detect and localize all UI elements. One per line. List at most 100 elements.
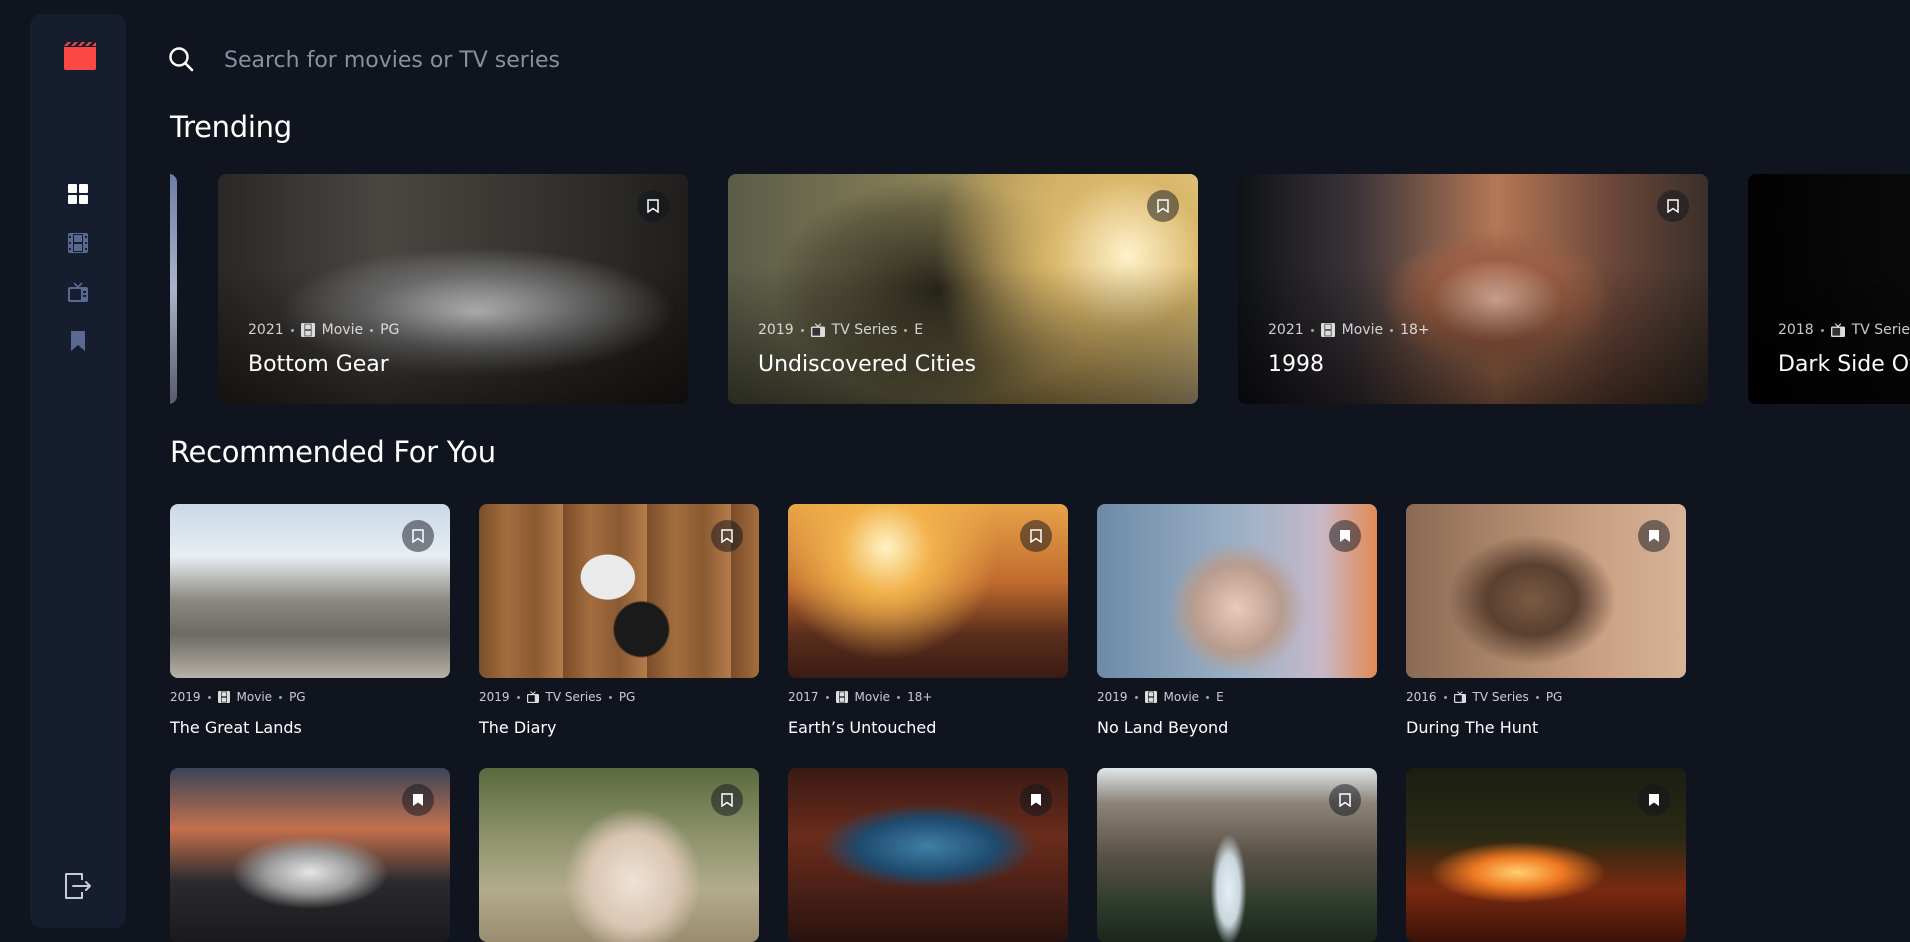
card-thumbnail[interactable] <box>1406 504 1686 678</box>
tv-icon <box>1453 691 1466 703</box>
bookmark-empty-icon <box>1157 199 1169 213</box>
bookmark-button[interactable] <box>402 520 434 552</box>
sidebar-nav <box>30 172 126 368</box>
bookmark-button[interactable] <box>1147 190 1179 222</box>
bookmark-button[interactable] <box>1020 784 1052 816</box>
bookmark-button[interactable] <box>711 520 743 552</box>
card-rating: PG <box>618 690 636 704</box>
trending-card-partial[interactable] <box>170 174 177 404</box>
bookmark-button[interactable] <box>402 784 434 816</box>
card-thumbnail[interactable] <box>170 768 450 942</box>
separator-dot <box>370 328 374 332</box>
card-meta: 2019 TV Series E <box>758 322 923 338</box>
card-rating: E <box>1216 690 1224 704</box>
card-thumbnail[interactable] <box>170 504 450 678</box>
card-category: TV Series <box>545 690 602 704</box>
film-icon <box>1320 323 1335 337</box>
separator-dot <box>1206 695 1210 699</box>
nav-item-tv-series[interactable] <box>30 270 126 319</box>
card-category: TV Series <box>1851 322 1910 338</box>
tv-icon <box>810 323 825 337</box>
tv-icon <box>526 691 539 703</box>
bookmark-button[interactable] <box>1657 190 1689 222</box>
logout-icon[interactable] <box>63 871 93 901</box>
card-thumbnail[interactable] <box>788 504 1068 678</box>
card-rating: E <box>914 322 924 338</box>
bookmark-empty-icon <box>721 529 733 543</box>
clapperboard-icon[interactable] <box>64 42 96 70</box>
card-year: 2018 <box>1778 322 1814 338</box>
bookmark-button[interactable] <box>1329 784 1361 816</box>
bookmark-empty-icon <box>1339 793 1351 807</box>
search-icon[interactable] <box>168 46 194 76</box>
card-meta: 2018 TV Series <box>1778 322 1910 338</box>
trending-card[interactable]: 2018 TV Series Dark Side Of <box>1748 174 1910 404</box>
trending-card[interactable]: 2021 Movie 18+ 1998 <box>1238 174 1708 404</box>
bookmark-button[interactable] <box>637 190 669 222</box>
media-card[interactable]: 2016 TV Series PG During The Hunt <box>1406 504 1686 737</box>
card-title: During The Hunt <box>1406 718 1539 737</box>
card-meta: 2019 TV Series PG <box>479 690 635 704</box>
card-meta: 2016 TV Series PG <box>1406 690 1562 704</box>
card-title: Earth’s Untouched <box>788 718 937 737</box>
card-meta: 2019 Movie PG <box>170 690 306 704</box>
bookmark-button[interactable] <box>1638 520 1670 552</box>
bookmark-icon <box>71 331 85 351</box>
bookmark-button[interactable] <box>1020 520 1052 552</box>
card-title: The Diary <box>479 718 557 737</box>
card-thumbnail[interactable] <box>479 504 759 678</box>
separator-dot <box>1820 328 1824 332</box>
card-title: Undiscovered Cities <box>758 352 976 377</box>
card-thumbnail[interactable] <box>479 768 759 942</box>
tv-icon <box>68 282 88 302</box>
card-year: 2019 <box>1097 690 1128 704</box>
trending-card[interactable]: 2021 Movie PG Bottom Gear <box>218 174 688 404</box>
card-rating: PG <box>380 322 400 338</box>
bookmark-empty-icon <box>412 529 424 543</box>
media-card[interactable] <box>788 768 1068 942</box>
card-year: 2019 <box>758 322 794 338</box>
trending-card[interactable]: 2019 TV Series E Undiscovered Cities <box>728 174 1198 404</box>
trending-heading: Trending <box>170 110 292 144</box>
nav-item-bookmarks[interactable] <box>30 319 126 368</box>
card-category: Movie <box>1341 322 1384 338</box>
media-card[interactable]: 2017 Movie 18+ Earth’s Untouched <box>788 504 1068 737</box>
bookmark-button[interactable] <box>711 784 743 816</box>
media-card[interactable] <box>479 768 759 942</box>
media-card[interactable] <box>170 768 450 942</box>
bookmark-filled-icon <box>1649 794 1659 806</box>
nav-item-home[interactable] <box>30 172 126 221</box>
nav-item-movies[interactable] <box>30 221 126 270</box>
bookmark-filled-icon <box>1031 794 1041 806</box>
card-category: TV Series <box>831 322 898 338</box>
film-icon <box>1144 691 1157 703</box>
card-rating: PG <box>1545 690 1563 704</box>
separator-dot <box>207 695 211 699</box>
search-input[interactable] <box>224 40 1024 80</box>
card-meta: 2021 Movie 18+ <box>1268 322 1430 338</box>
card-thumbnail[interactable] <box>1097 504 1377 678</box>
bookmark-button[interactable] <box>1638 784 1670 816</box>
card-title: 1998 <box>1268 352 1324 377</box>
card-category: TV Series <box>1472 690 1529 704</box>
card-year: 2016 <box>1406 690 1437 704</box>
card-thumbnail[interactable] <box>1097 768 1377 942</box>
card-title: Bottom Gear <box>248 352 389 377</box>
card-category: Movie <box>236 690 273 704</box>
media-card[interactable] <box>1406 768 1686 942</box>
card-year: 2021 <box>1268 322 1304 338</box>
separator-dot <box>290 328 294 332</box>
card-year: 2019 <box>170 690 201 704</box>
card-rating: 18+ <box>1400 322 1430 338</box>
trending-carousel[interactable]: 2021 Movie PG Bottom Gear 2019 TV Series… <box>170 174 1910 404</box>
bookmark-button[interactable] <box>1329 520 1361 552</box>
bookmark-empty-icon <box>647 199 659 213</box>
separator-dot <box>1535 695 1539 699</box>
card-thumbnail[interactable] <box>1406 768 1686 942</box>
card-rating: 18+ <box>907 690 933 704</box>
media-card[interactable]: 2019 TV Series PG The Diary <box>479 504 759 737</box>
media-card[interactable]: 2019 Movie PG The Great Lands <box>170 504 450 737</box>
card-thumbnail[interactable] <box>788 768 1068 942</box>
media-card[interactable]: 2019 Movie E No Land Beyond <box>1097 504 1377 737</box>
media-card[interactable] <box>1097 768 1377 942</box>
